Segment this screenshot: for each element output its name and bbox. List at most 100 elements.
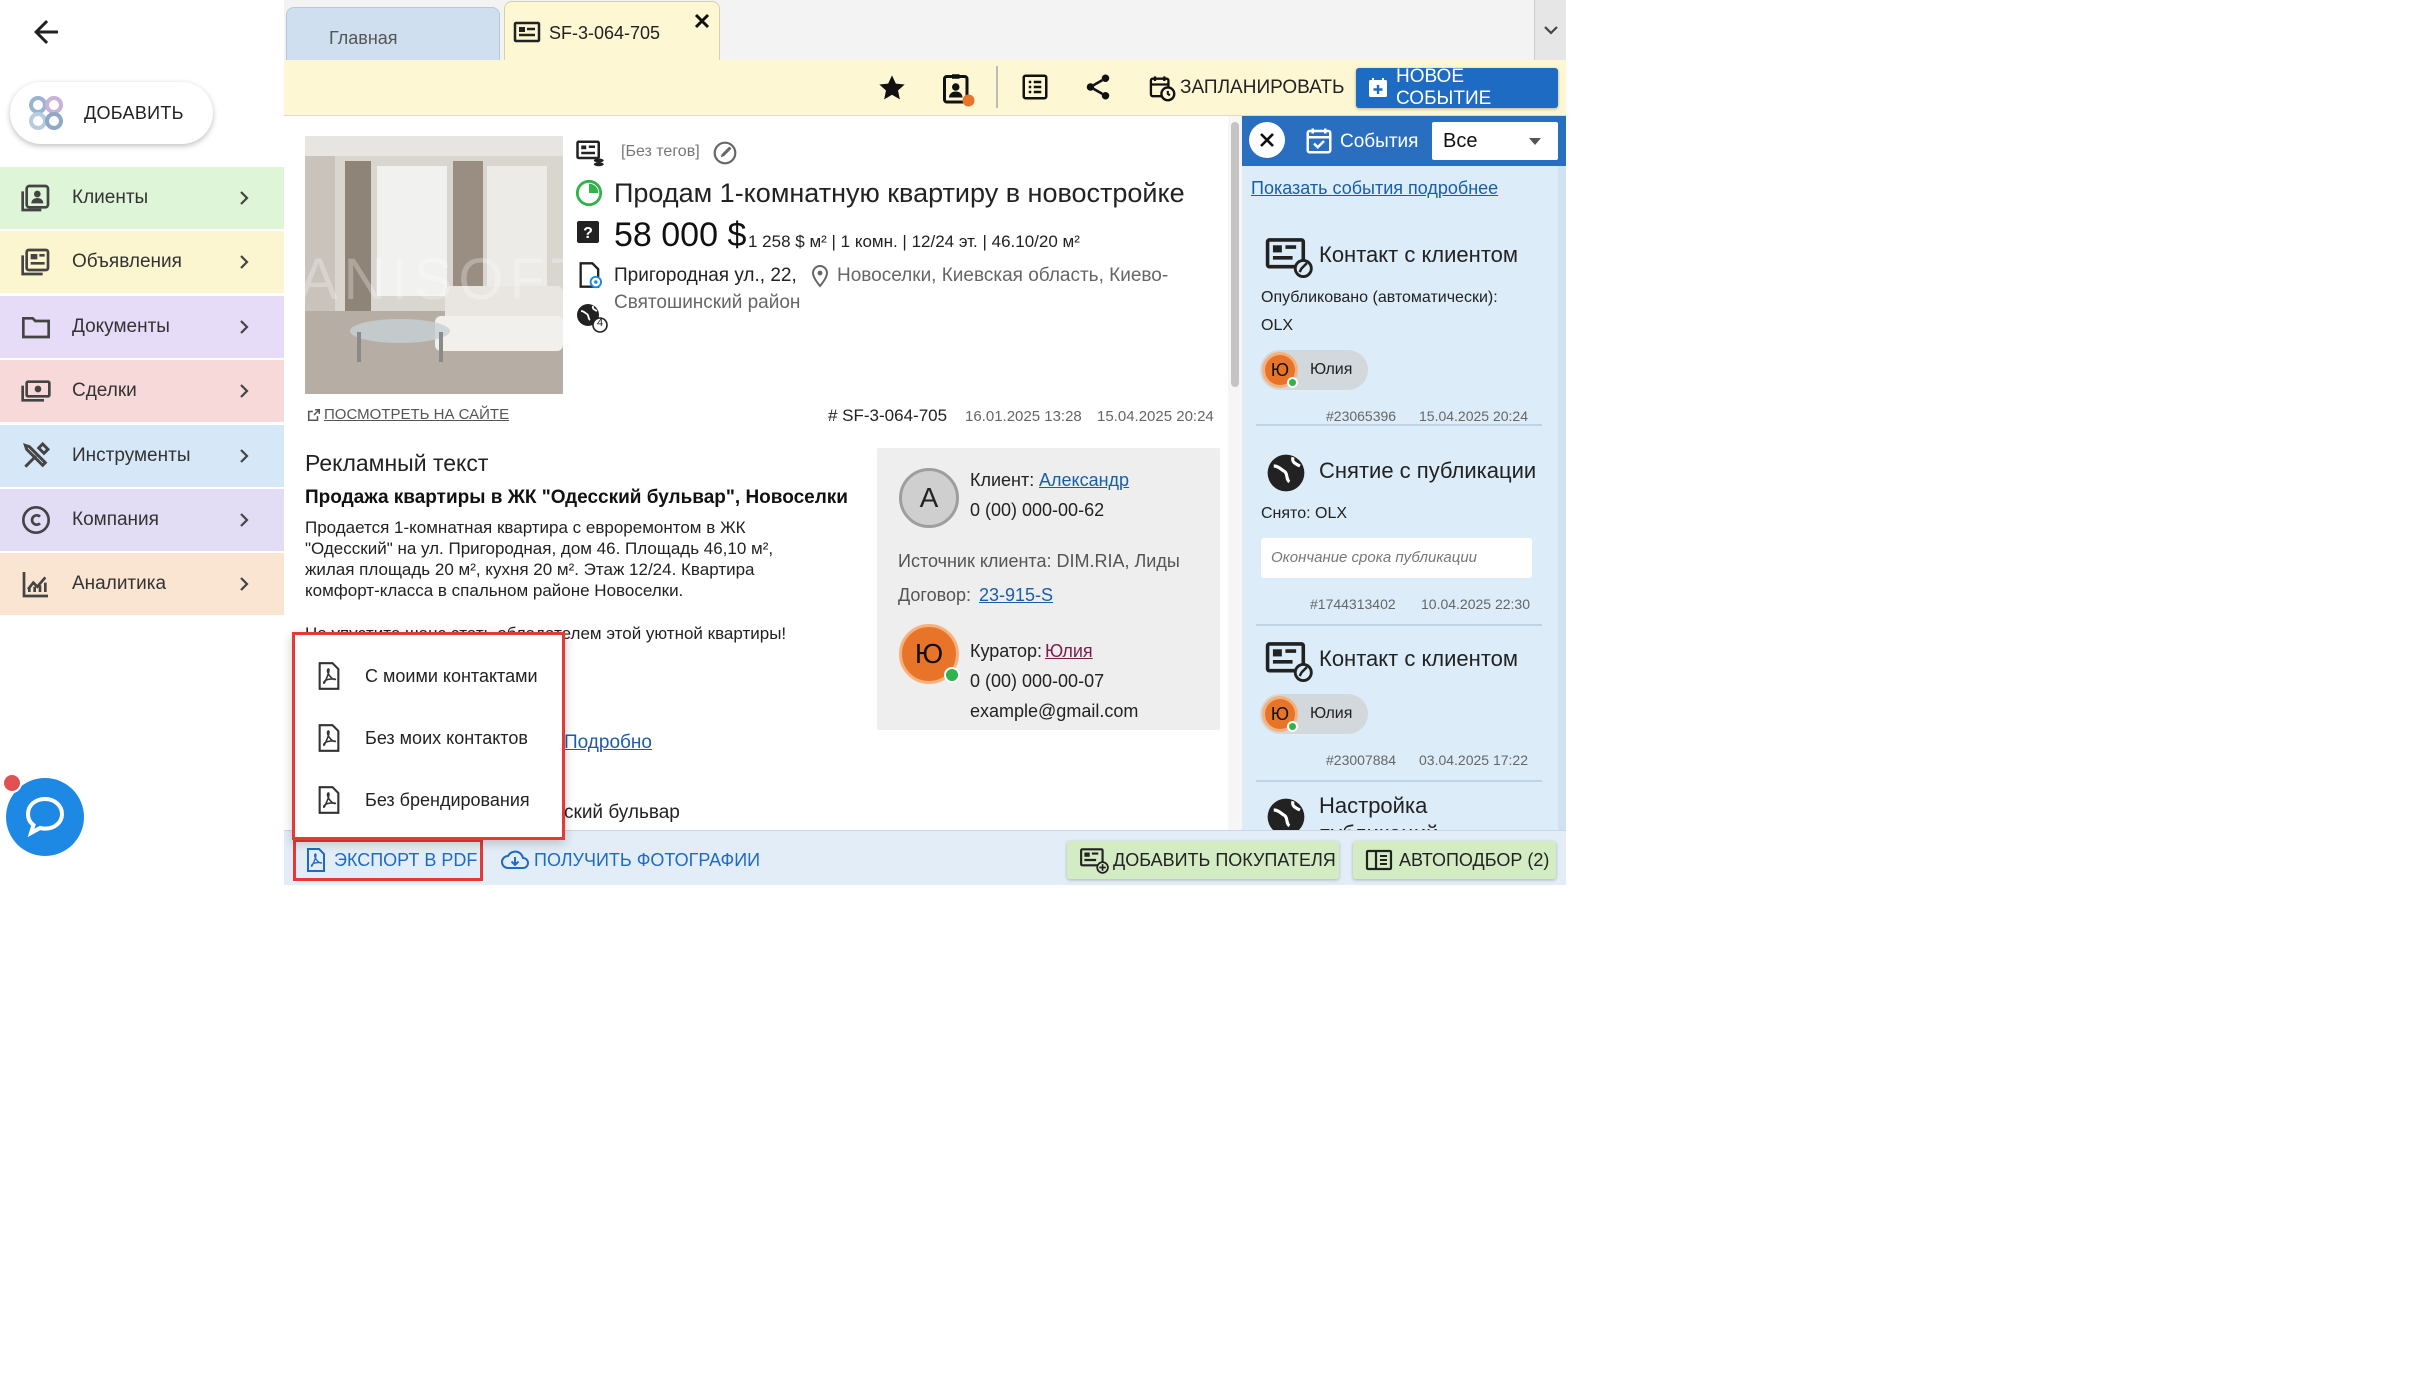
add-buyer-button[interactable]: ДОБАВИТЬ ПОКУПАТЕЛЯ — [1067, 841, 1339, 879]
assign-contact-icon[interactable] — [940, 72, 975, 107]
events-title: События — [1340, 131, 1419, 152]
updated-date: 15.04.2025 20:24 — [1097, 408, 1214, 425]
pdf-icon — [306, 848, 326, 872]
user-avatar: Ю — [1262, 352, 1298, 388]
main-scrollbar-thumb[interactable] — [1231, 122, 1239, 387]
user-chip[interactable]: Ю Юлия — [1260, 350, 1369, 390]
more-link[interactable]: Подробно — [564, 732, 652, 754]
events-scrollbar[interactable] — [1558, 166, 1566, 830]
external-link-icon[interactable] — [307, 408, 321, 422]
sidebar-item-clients[interactable]: Клиенты — [0, 167, 284, 229]
chevron-down-icon — [1541, 20, 1561, 40]
schedule-button[interactable]: ЗАПЛАНИРОВАТЬ — [1148, 70, 1344, 106]
chat-bubble-icon — [24, 795, 66, 837]
close-events-button[interactable] — [1249, 122, 1285, 158]
menu-item-without-branding[interactable]: Без брендирования — [295, 769, 562, 831]
sidebar-item-company[interactable]: Компания — [0, 489, 284, 551]
event-item[interactable]: Настройка публикаций — [1256, 792, 1542, 830]
chevron-right-icon — [232, 186, 256, 210]
globe-event-icon — [1265, 796, 1307, 830]
toolbar-divider — [996, 66, 998, 108]
tab-home[interactable]: Главная — [286, 7, 500, 60]
deals-icon — [20, 375, 52, 407]
sidebar-item-listings[interactable]: Объявления — [0, 231, 284, 293]
back-arrow-icon[interactable] — [28, 14, 64, 50]
sidebar-item-analytics[interactable]: Аналитика — [0, 553, 284, 615]
calendar-clock-icon — [1148, 74, 1176, 102]
client-avatar[interactable]: А — [899, 468, 959, 528]
auto-match-label: АВТОПОДБОР (2) — [1399, 849, 1550, 870]
event-id: #1744313402 — [1310, 596, 1396, 612]
add-logo-icon — [26, 93, 66, 133]
menu-item-label: Без моих контактов — [365, 727, 528, 748]
curator-avatar[interactable]: Ю — [899, 624, 960, 684]
export-pdf-button[interactable]: ЭКСПОРТ В PDF — [293, 839, 483, 881]
curator-label: Куратор: — [970, 641, 1042, 661]
event-title: Контакт с клиентом — [1319, 646, 1519, 671]
contact-event-icon — [1264, 638, 1314, 682]
events-filter-value: Все — [1443, 130, 1478, 152]
event-date: 15.04.2025 20:24 — [1419, 408, 1528, 424]
chevron-right-icon — [232, 444, 256, 468]
menu-item-label: С моими контактами — [365, 665, 538, 686]
events-filter-select[interactable]: Все — [1432, 122, 1558, 160]
photo-watermark: ANISOFT — [305, 247, 563, 312]
user-avatar: Ю — [1262, 696, 1298, 732]
sidebar-item-label: Инструменты — [72, 445, 191, 466]
sidebar-item-label: Аналитика — [72, 573, 167, 594]
cloud-download-icon — [500, 848, 530, 872]
auto-match-button[interactable]: АВТОПОДБОР (2) — [1353, 841, 1556, 879]
ad-text-line: комфорт-класса в спальном районе Новосел… — [305, 581, 684, 600]
table-view-icon[interactable] — [1020, 72, 1052, 104]
event-title: Контакт с клиентом — [1319, 242, 1519, 267]
user-chip[interactable]: Ю Юлия — [1260, 694, 1369, 734]
close-tab-icon[interactable] — [693, 12, 711, 30]
event-note-field: Окончание срока публикации — [1261, 538, 1532, 578]
menu-item-without-contacts[interactable]: Без моих контактов — [295, 707, 562, 769]
help-icon[interactable]: ? — [576, 220, 600, 244]
online-indicator — [1287, 721, 1298, 732]
main-scrollbar[interactable] — [1228, 116, 1242, 830]
event-item[interactable]: Снятие с публикации Снято: OLX Окончание… — [1256, 450, 1542, 626]
sidebar-item-documents[interactable]: Документы — [0, 296, 284, 358]
share-icon[interactable] — [1083, 72, 1115, 104]
client-name-link[interactable]: Александр — [1039, 470, 1129, 491]
listing-id: # SF-3-064-705 — [828, 406, 948, 425]
address-district: Святошинский район — [614, 292, 801, 313]
contract-link[interactable]: 23-915-S — [979, 585, 1053, 606]
new-event-button[interactable]: НОВОЕ СОБЫТИЕ — [1356, 66, 1558, 109]
listing-photo[interactable]: ANISOFT — [305, 136, 563, 394]
tab-listing-card[interactable]: SF-3-064-705 — [504, 1, 720, 60]
tabs-dropdown-button[interactable] — [1534, 0, 1566, 60]
listing-card-icon — [513, 20, 541, 44]
sidebar-item-deals[interactable]: Сделки — [0, 360, 284, 422]
created-date: 16.01.2025 13:28 — [965, 408, 1082, 425]
view-on-site-link[interactable]: ПОСМОТРЕТЬ НА САЙТЕ — [324, 406, 509, 423]
star-icon[interactable] — [876, 72, 908, 104]
add-buyer-label: ДОБАВИТЬ ПОКУПАТЕЛЯ — [1113, 849, 1336, 870]
sidebar-item-label: Документы — [72, 316, 170, 337]
contract-label: Договор: — [898, 585, 971, 605]
ad-text-line: Продается 1-комнатная квартира с еврорем… — [305, 518, 746, 537]
tools-icon — [20, 440, 52, 472]
menu-item-with-contacts[interactable]: С моими контактами — [295, 645, 562, 707]
event-title: Снятие с публикации — [1319, 458, 1537, 483]
user-avatar-letter: Ю — [1270, 703, 1290, 724]
add-button[interactable]: ДОБАВИТЬ — [10, 82, 213, 144]
curator-name-link[interactable]: Юлия — [1045, 641, 1093, 662]
sidebar-item-tools[interactable]: Инструменты — [0, 425, 284, 487]
ad-text-line: жилая площадь 20 м², кухня 20 м². Этаж 1… — [305, 560, 755, 579]
caret-down-icon — [1528, 136, 1542, 146]
edit-tags-icon[interactable] — [712, 140, 738, 166]
globe-icon[interactable] — [575, 302, 611, 334]
event-item[interactable]: Контакт с клиентом Ю Юлия #23007884 03.0… — [1256, 638, 1542, 782]
get-photos-button[interactable]: ПОЛУЧИТЬ ФОТОГРАФИИ — [500, 841, 760, 879]
show-events-details-link[interactable]: Показать события подробнее — [1251, 178, 1498, 199]
analytics-icon — [20, 568, 52, 600]
online-indicator — [1287, 377, 1298, 388]
pdf-file-icon — [317, 724, 341, 752]
user-chip-name: Юлия — [1310, 361, 1353, 378]
calendar-plus-icon — [1366, 76, 1390, 100]
listing-details: 1 258 $ м² | 1 комн. | 12/24 эт. | 46.10… — [748, 232, 1080, 251]
event-item[interactable]: Контакт с клиентом Опубликовано (автомат… — [1256, 234, 1542, 426]
